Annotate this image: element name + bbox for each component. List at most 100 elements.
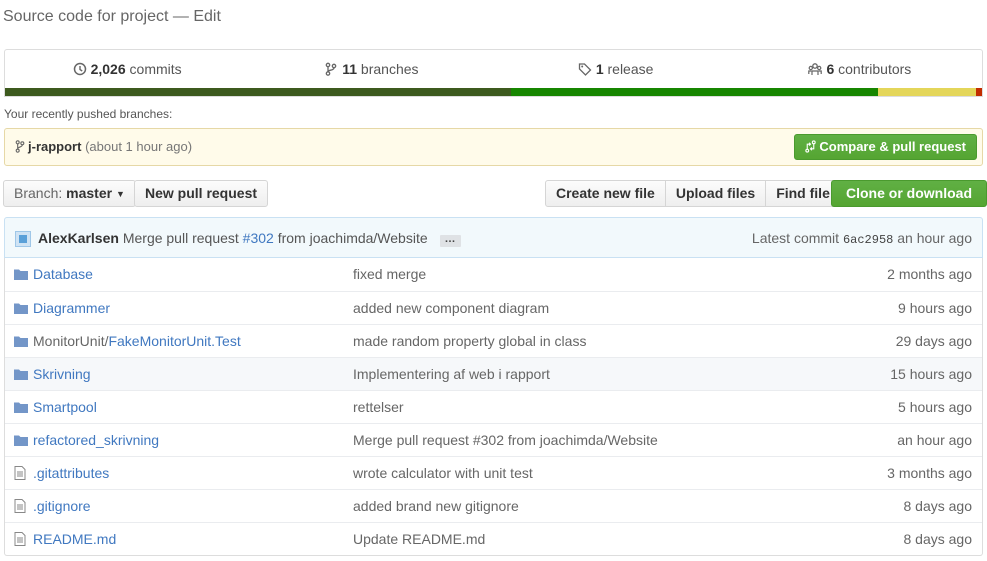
branches-count[interactable]: 11 branches: [249, 50, 493, 88]
branch-selector-button[interactable]: Branch: master ▼: [3, 180, 136, 207]
file-name[interactable]: FakeMonitorUnit.Test: [108, 333, 240, 349]
repository-language-bar[interactable]: [5, 88, 982, 96]
file-name-link[interactable]: refactored_skrivning: [33, 432, 159, 448]
file-name-link[interactable]: README.md: [33, 531, 116, 547]
contributors-number: 6: [826, 61, 835, 77]
file-name-link[interactable]: Database: [33, 266, 93, 282]
file-name[interactable]: Skrivning: [33, 366, 91, 382]
file-row: Database fixed merge 2 months ago: [5, 258, 982, 291]
commits-count[interactable]: 2,026 commits: [5, 50, 249, 88]
folder-icon: [14, 301, 28, 317]
commit-message-suffix[interactable]: from joachimda/Website: [278, 230, 428, 246]
commit-message-link[interactable]: wrote calculator with unit test: [353, 465, 533, 481]
file-name-link[interactable]: .gitignore: [33, 498, 91, 514]
commit-age: an hour ago: [897, 432, 972, 448]
file-row: .gitattributes wrote calculator with unit…: [5, 456, 982, 489]
commit-message-link[interactable]: Merge pull request #302 from joachimda/W…: [353, 432, 658, 448]
file-row: MonitorUnit/FakeMonitorUnit.Test made ran…: [5, 324, 982, 357]
compare-pull-request-button[interactable]: Compare & pull request: [794, 134, 977, 160]
commit-age: 2 months ago: [887, 266, 972, 282]
commit-message-prefix[interactable]: Merge pull request: [123, 230, 239, 246]
expand-commit-message-button[interactable]: …: [439, 234, 461, 247]
commit-age: 15 hours ago: [890, 366, 972, 382]
file-name-link[interactable]: Skrivning: [33, 366, 91, 382]
upload-files-button[interactable]: Upload files: [664, 180, 767, 207]
recently-pushed-branch-banner: j-rapport (about 1 hour ago) Compare & p…: [4, 128, 983, 166]
description-separator: —: [172, 8, 189, 25]
language-segment: [5, 88, 512, 96]
commit-author[interactable]: AlexKarlsen: [38, 230, 119, 246]
file-name-link[interactable]: .gitattributes: [33, 465, 109, 481]
file-row: Skrivning Implementering af web i rapport…: [5, 357, 982, 390]
commit-message-link[interactable]: added brand new gitignore: [353, 498, 519, 514]
folder-icon: [14, 367, 28, 383]
file-name[interactable]: .gitattributes: [33, 465, 109, 481]
commit-message-link[interactable]: fixed merge: [353, 266, 426, 282]
file-list: Database fixed merge 2 months ago Diagramme…: [4, 258, 983, 556]
git-compare-icon: [805, 140, 817, 153]
branches-number: 11: [342, 61, 358, 77]
recent-branch: j-rapport (about 1 hour ago): [15, 139, 192, 154]
latest-commit-message: AlexKarlsen Merge pull request #302 from…: [38, 230, 461, 247]
edit-description-link[interactable]: Edit: [193, 8, 221, 25]
commit-age: 8 days ago: [903, 498, 973, 514]
organization-icon: [808, 63, 823, 75]
file-icon: [14, 499, 26, 516]
language-segment: [511, 88, 879, 96]
file-icon: [14, 466, 26, 483]
latest-commit-time: an hour ago: [897, 230, 972, 246]
clone-or-download-button[interactable]: Clone or download ▼: [831, 180, 987, 223]
new-pull-request-button[interactable]: New pull request: [134, 180, 269, 207]
commit-message-link[interactable]: made random property global in class: [353, 333, 586, 349]
commit-age: 9 hours ago: [898, 300, 972, 316]
commit-age: 3 months ago: [887, 465, 972, 481]
latest-commit-bar: AlexKarlsen Merge pull request #302 from…: [4, 217, 983, 258]
file-name[interactable]: .gitignore: [33, 498, 91, 514]
file-name[interactable]: refactored_skrivning: [33, 432, 159, 448]
numbers-summary: 2,026 commits 11 branches 1 release 6 co…: [4, 49, 983, 97]
file-name[interactable]: Smartpool: [33, 399, 97, 415]
file-name-link[interactable]: Smartpool: [33, 399, 97, 415]
folder-icon: [14, 400, 28, 416]
branch-icon: [15, 140, 25, 153]
commit-sha-link[interactable]: 6ac2958: [843, 233, 893, 247]
commit-age: 8 days ago: [903, 531, 973, 547]
file-name[interactable]: Database: [33, 266, 93, 282]
folder-icon: [14, 433, 28, 449]
create-new-file-button[interactable]: Create new file: [545, 180, 666, 207]
clone-button-label: Clone or download: [846, 185, 972, 201]
repository-description: Source code for project — Edit: [3, 8, 221, 26]
branch-icon: [325, 62, 337, 76]
find-file-button[interactable]: Find file: [765, 180, 841, 207]
commit-message-link[interactable]: Update README.md: [353, 531, 485, 547]
file-name-link[interactable]: MonitorUnit/FakeMonitorUnit.Test: [33, 333, 241, 349]
commit-message-link[interactable]: added new component diagram: [353, 300, 549, 316]
pull-request-link[interactable]: #302: [243, 230, 274, 246]
releases-count[interactable]: 1 release: [494, 50, 738, 88]
releases-label: release: [607, 61, 654, 77]
file-row: Smartpool rettelser 5 hours ago: [5, 390, 982, 423]
file-name[interactable]: Diagrammer: [33, 300, 110, 316]
latest-commit-info: Latest commit 6ac2958 an hour ago: [752, 230, 972, 247]
file-name[interactable]: README.md: [33, 531, 116, 547]
commit-message-link[interactable]: Implementering af web i rapport: [353, 366, 550, 382]
branch-selector-value: master: [66, 185, 113, 201]
latest-commit-label: Latest commit: [751, 230, 840, 246]
commit-age: 29 days ago: [895, 333, 972, 349]
releases-number: 1: [595, 61, 604, 77]
tag-icon: [578, 63, 592, 76]
file-row: README.md Update README.md 8 days ago: [5, 522, 982, 555]
folder-icon: [14, 334, 28, 350]
description-text: Source code for project: [3, 8, 169, 25]
file-path-prefix[interactable]: MonitorUnit/: [33, 333, 108, 349]
contributors-count[interactable]: 6 contributors: [738, 50, 982, 88]
file-row: refactored_skrivning Merge pull request #…: [5, 423, 982, 456]
avatar[interactable]: [15, 231, 31, 247]
file-navigation-buttons: Create new file Upload files Find file: [545, 180, 841, 207]
contributors-label: contributors: [838, 61, 912, 77]
file-name-link[interactable]: Diagrammer: [33, 300, 110, 316]
recent-branch-name[interactable]: j-rapport: [28, 139, 81, 154]
caret-down-icon: ▼: [115, 189, 125, 199]
commit-message-link[interactable]: rettelser: [353, 399, 404, 415]
file-row: .gitignore added brand new gitignore 8 day…: [5, 489, 982, 522]
